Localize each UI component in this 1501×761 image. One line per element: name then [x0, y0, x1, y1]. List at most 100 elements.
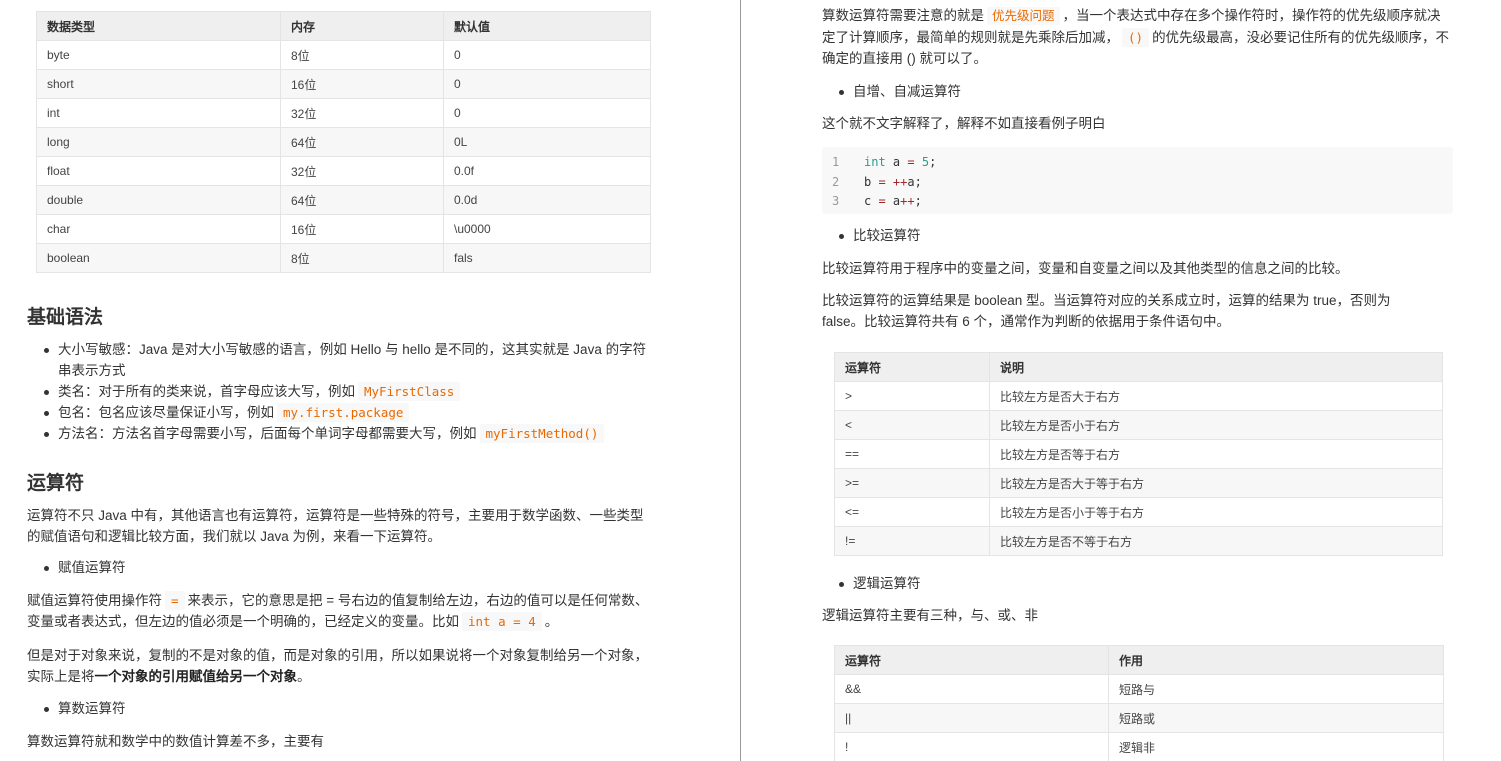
code-token: ++ — [900, 194, 915, 208]
table-cell: long — [36, 127, 281, 157]
table-cell: 64位 — [280, 127, 444, 157]
incdec-paragraph: 这个就不文字解释了，解释不如直接看例子明白 — [822, 116, 1106, 131]
table-cell: 64位 — [280, 185, 444, 215]
table-cell: char — [36, 214, 281, 244]
code-token: ++ — [885, 174, 908, 189]
table-row: double 64位 0.0d — [36, 185, 651, 215]
list-item: 自增、自减运算符 — [822, 81, 1452, 102]
table-cell: 32位 — [280, 98, 444, 128]
assign-paragraph-1: 赋值运算符使用操作符 = 来表示，它的意思是把 = 号右边的值复制给左边，右边的值可… — [27, 591, 649, 631]
table-cell: 32位 — [280, 156, 444, 186]
table-cell: \u0000 — [443, 214, 651, 244]
list-item: 逻辑运算符 — [822, 573, 1452, 594]
code-text: b = ++a; — [864, 173, 922, 193]
table-cell: double — [36, 185, 281, 215]
list-item: 大小写敏感：Java 是对大小写敏感的语言，例如 Hello 与 hello 是… — [27, 339, 657, 381]
code-token: a — [885, 194, 901, 208]
table-cell: 短路或 — [1108, 703, 1444, 733]
header-cell: 作用 — [1108, 645, 1444, 675]
table-cell: || — [834, 703, 1109, 733]
header-cell: 默认值 — [443, 11, 651, 41]
assign-paragraph-2: 但是对于对象来说，复制的不是对象的值，而是对象的引用，所以如果说将一个对象复制给… — [27, 648, 648, 684]
code-line: 2 b = ++a; — [822, 173, 1453, 193]
inline-code: () — [1122, 28, 1150, 47]
table-cell: 0 — [443, 40, 651, 70]
header-cell: 内存 — [280, 11, 444, 41]
incdec-bullet-list: 自增、自减运算符 — [822, 81, 1452, 102]
table-row: char 16位 \u0000 — [36, 214, 651, 244]
code-line: 3 c = a++; — [822, 192, 1453, 212]
compare-operators-table: 运算符 说明 > 比较左方是否大于右方 < 比较左方是否小于右方 == 比较左方是否等于右… — [834, 352, 1443, 556]
table-cell: 0L — [443, 127, 651, 157]
table-row: && 短路与 — [834, 674, 1444, 704]
table-cell: != — [834, 526, 990, 556]
code-token: 5 — [914, 155, 930, 169]
table-cell: 0 — [443, 98, 651, 128]
table-cell: 比较左方是否不等于右方 — [989, 526, 1443, 556]
code-token: c — [864, 194, 879, 208]
list-item: 包名：包名应该尽量保证小写，例如 my.first.package — [27, 402, 657, 423]
code-token: int — [864, 155, 886, 169]
table-cell: 0.0d — [443, 185, 651, 215]
code-block: 1 int a = 5; 2 b = ++a; 3 c = a++; — [822, 147, 1453, 214]
header-cell: 运算符 — [834, 645, 1109, 675]
table-row: long 64位 0L — [36, 127, 651, 157]
code-token: = — [907, 155, 915, 169]
table-cell: ! — [834, 732, 1109, 761]
code-token: b — [864, 174, 879, 189]
table-row: <= 比较左方是否小于等于右方 — [834, 497, 1443, 527]
table-row: != 比较左方是否不等于右方 — [834, 526, 1443, 556]
right-page: 算数运算符需要注意的就是 优先级问题 ，当一个表达式中存在多个操作符时，操作符的优先… — [741, 0, 1501, 761]
table-row: float 32位 0.0f — [36, 156, 651, 186]
table-cell: 比较左方是否小于等于右方 — [989, 497, 1443, 527]
code-line: 1 int a = 5; — [822, 153, 1453, 173]
table-row: boolean 8位 fals — [36, 243, 651, 273]
section-heading-basic-syntax: 基础语法 — [27, 307, 104, 328]
table-cell: 比较左方是否等于右方 — [989, 439, 1443, 469]
inline-code: = — [165, 591, 185, 610]
table-cell: 16位 — [280, 214, 444, 244]
list-item: 类名：对于所有的类来说，首字母应该大写，例如 MyFirstClass — [27, 381, 657, 402]
table-cell: fals — [443, 243, 651, 273]
table-cell: byte — [36, 40, 281, 70]
logic-operators-table: 运算符 作用 && 短路与 || 短路或! 逻辑非 — [834, 645, 1444, 761]
table-cell: 逻辑非 — [1108, 732, 1444, 761]
basic-syntax-list: 大小写敏感：Java 是对大小写敏感的语言，例如 Hello 与 hello 是… — [27, 339, 657, 444]
code-token: ; — [929, 155, 937, 169]
data-types-table: 数据类型 内存 默认值 byte 8位 0 short 16位 0 int 32位 0 long 6… — [36, 11, 651, 273]
code-text: int a = 5; — [864, 153, 936, 173]
table-row: == 比较左方是否等于右方 — [834, 439, 1443, 469]
inline-code: myFirstMethod() — [479, 424, 605, 443]
arith-paragraph: 算数运算符就和数学中的数值计算差不多，主要有 — [27, 734, 324, 749]
line-number: 2 — [832, 174, 840, 189]
table-row: > 比较左方是否大于右方 — [834, 381, 1443, 411]
table-row: int 32位 0 — [36, 98, 651, 128]
table-cell: == — [834, 439, 990, 469]
header-cell: 运算符 — [834, 352, 990, 382]
code-token: a — [885, 155, 908, 169]
code-text: c = a++; — [864, 192, 922, 212]
code-token: = — [878, 174, 886, 189]
table-header-row: 数据类型 内存 默认值 — [36, 11, 651, 41]
line-number: 1 — [832, 155, 840, 169]
table-cell: 短路与 — [1108, 674, 1444, 704]
table-cell: boolean — [36, 243, 281, 273]
table-cell: short — [36, 69, 281, 99]
table-cell: >= — [834, 468, 990, 498]
inline-code: MyFirstClass — [358, 382, 461, 401]
logic-bullet-list: 逻辑运算符 — [822, 573, 1452, 594]
code-token: = — [878, 194, 886, 208]
list-item: 算数运算符 — [27, 698, 657, 719]
table-row: || 短路或 — [834, 703, 1444, 733]
list-item: 比较运算符 — [822, 225, 1452, 246]
arith-bullet-list: 算数运算符 — [27, 698, 657, 719]
table-header-row: 运算符 作用 — [834, 645, 1444, 675]
assign-bullet-list: 赋值运算符 — [27, 557, 657, 578]
inline-code: int a = 4 — [462, 612, 542, 631]
code-token: a; — [907, 174, 922, 189]
strong-text: 一个对象的引用赋值给另一个对象 — [94, 669, 298, 684]
table-cell: 0.0f — [443, 156, 651, 186]
table-cell: 8位 — [280, 243, 444, 273]
arith-note-paragraph: 算数运算符需要注意的就是 优先级问题 ，当一个表达式中存在多个操作符时，操作符的优先… — [822, 7, 1450, 66]
table-cell: int — [36, 98, 281, 128]
